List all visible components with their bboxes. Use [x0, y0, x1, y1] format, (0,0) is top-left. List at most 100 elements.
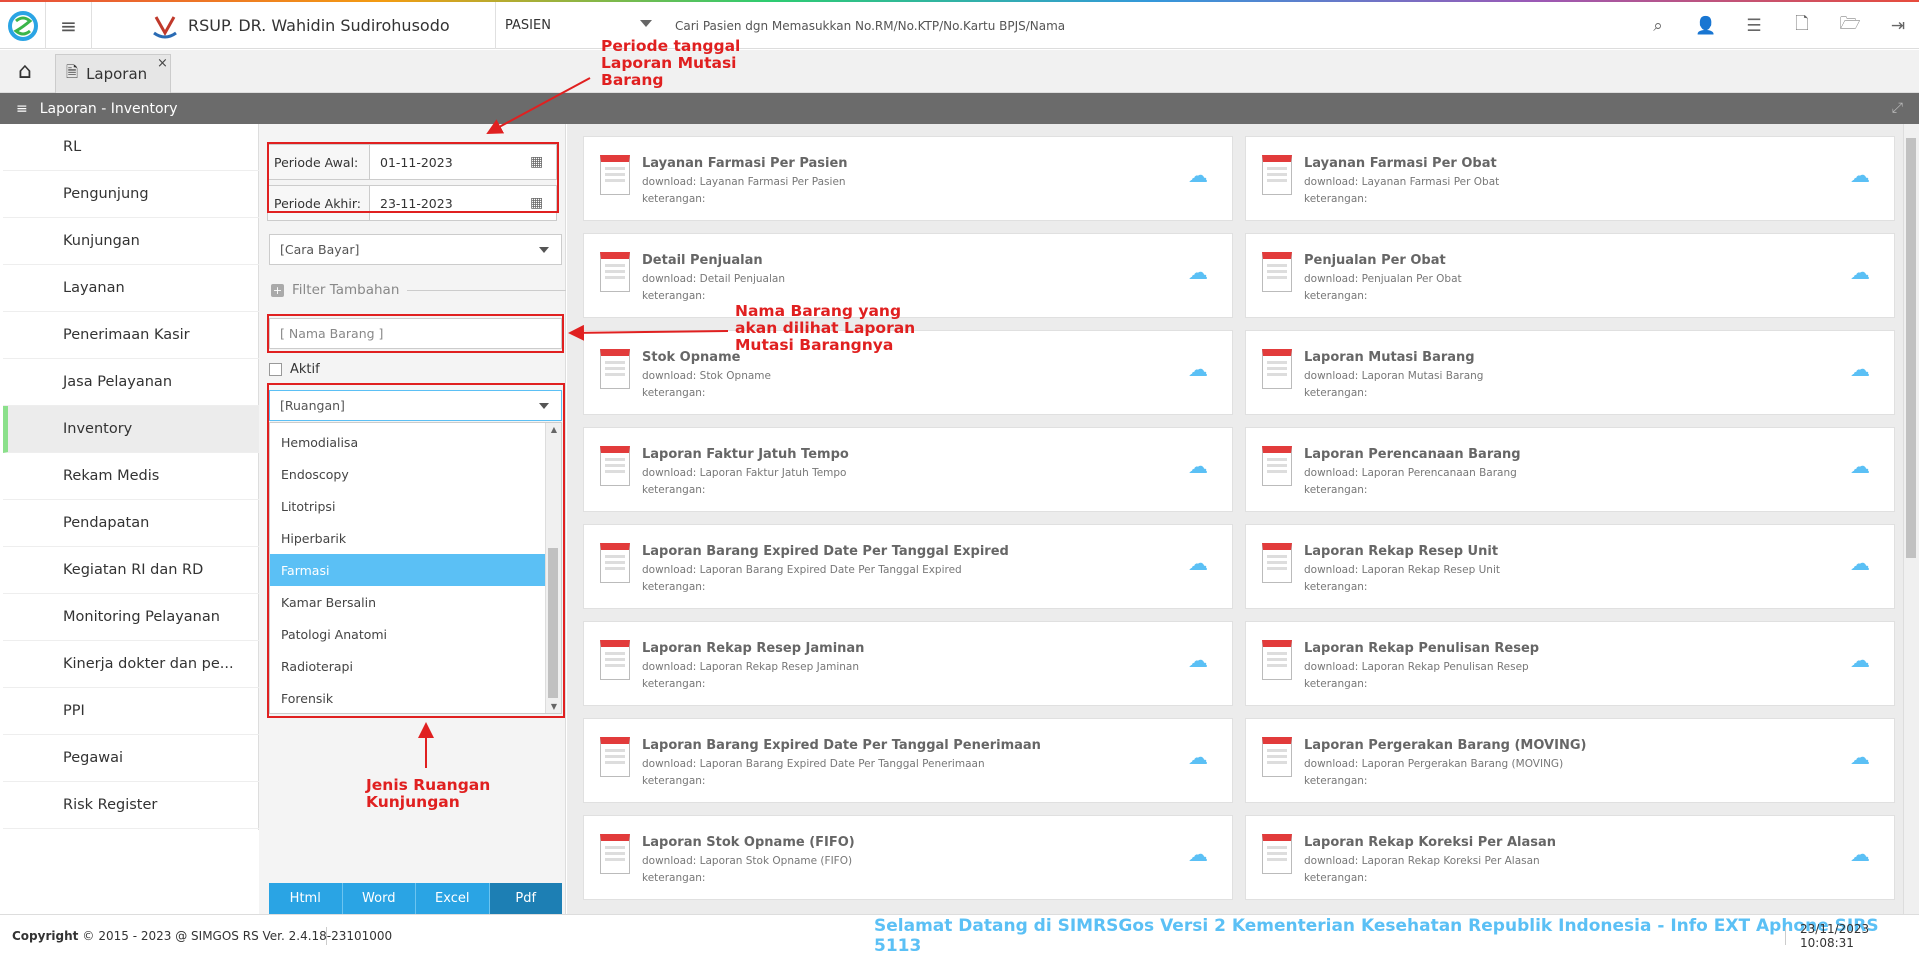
- report-keterangan: keterangan:: [1304, 193, 1368, 205]
- report-title: Laporan Mutasi Barang: [1304, 350, 1475, 365]
- sidebar-item-penerimaan-kasir[interactable]: Penerimaan Kasir: [3, 312, 259, 359]
- report-card[interactable]: Laporan Pergerakan Barang (MOVING) downlo…: [1245, 718, 1895, 803]
- pdf-report-icon: [600, 446, 630, 486]
- aktif-checkbox[interactable]: [269, 363, 282, 376]
- tab-laporan[interactable]: 🗎 Laporan: [55, 54, 171, 93]
- app-logo[interactable]: [0, 2, 46, 49]
- cloud-download-icon[interactable]: ☁: [1188, 357, 1208, 381]
- report-card[interactable]: Laporan Rekap Resep Unit download: Lapora…: [1245, 524, 1895, 609]
- sidebar-item-layanan[interactable]: Layanan: [3, 265, 259, 312]
- report-download-text: download: Laporan Mutasi Barang: [1304, 370, 1484, 382]
- divider: [407, 289, 566, 291]
- close-tab-icon[interactable]: ×: [157, 56, 168, 71]
- add-user-icon[interactable]: 👤: [1695, 16, 1717, 36]
- pdf-button[interactable]: Pdf: [489, 883, 562, 914]
- pdf-file-icon[interactable]: 🗋: [1791, 11, 1813, 40]
- cloud-download-icon[interactable]: ☁: [1188, 260, 1208, 284]
- aktif-checkbox-row[interactable]: Aktif: [269, 362, 320, 377]
- cara-bayar-select[interactable]: [Cara Bayar]: [269, 234, 562, 265]
- cloud-download-icon[interactable]: ☁: [1188, 745, 1208, 769]
- pdf-report-icon: [1262, 543, 1292, 583]
- cloud-download-icon[interactable]: ☁: [1850, 357, 1870, 381]
- sidebar-item-pegawai[interactable]: Pegawai: [3, 735, 259, 782]
- report-card[interactable]: Laporan Mutasi Barang download: Laporan M…: [1245, 330, 1895, 415]
- sidebar-item-pendapatan[interactable]: Pendapatan: [3, 500, 259, 547]
- expand-icon[interactable]: ⤢: [1892, 100, 1903, 116]
- sidebar-item-kunjungan[interactable]: Kunjungan: [3, 218, 259, 265]
- report-title: Laporan Faktur Jatuh Tempo: [642, 447, 849, 462]
- cloud-download-icon[interactable]: ☁: [1850, 260, 1870, 284]
- annotation-box-ruangan: [267, 383, 565, 718]
- sidebar-item-monitoring-pelayanan[interactable]: Monitoring Pelayanan: [3, 594, 259, 641]
- folder-open-icon[interactable]: 🗁: [1839, 11, 1861, 40]
- cloud-download-icon[interactable]: ☁: [1850, 551, 1870, 575]
- cloud-download-icon[interactable]: ☁: [1850, 745, 1870, 769]
- report-keterangan: keterangan:: [642, 290, 706, 302]
- cloud-download-icon[interactable]: ☁: [1850, 163, 1870, 187]
- cloud-download-icon[interactable]: ☁: [1188, 551, 1208, 575]
- report-card[interactable]: Laporan Stok Opname (FIFO) download: Lapo…: [583, 815, 1233, 900]
- report-card[interactable]: Laporan Faktur Jatuh Tempo download: Lapo…: [583, 427, 1233, 512]
- annotation-nama-barang: Nama Barang yang akan dilihat Laporan Mu…: [735, 302, 916, 354]
- export-button-group: Html Word Excel Pdf: [269, 883, 562, 914]
- sidebar-item-ppi[interactable]: PPI: [3, 688, 259, 735]
- filter-tambahan-toggle[interactable]: + Filter Tambahan: [271, 282, 566, 298]
- document-icon: 🗎: [66, 62, 79, 81]
- footer-divider: [1785, 927, 1786, 945]
- content-scroll-thumb[interactable]: [1906, 138, 1916, 558]
- hospital-logo-icon: [153, 15, 177, 38]
- pdf-report-icon: [600, 543, 630, 583]
- section-menu-icon[interactable]: ≡: [16, 101, 28, 117]
- sidebar-item-kinerja-dokter-dan-pe[interactable]: Kinerja dokter dan pe...: [3, 641, 259, 688]
- welcome-marquee: Selamat Datang di SIMRSGos Versi 2 Kemen…: [874, 916, 1879, 956]
- sidebar-item-kegiatan-ri-dan-rd[interactable]: Kegiatan RI dan RD: [3, 547, 259, 594]
- sidebar-item-rl[interactable]: RL: [3, 124, 259, 171]
- report-keterangan: keterangan:: [642, 872, 706, 884]
- sign-out-icon[interactable]: ⇥: [1887, 16, 1909, 36]
- home-icon[interactable]: ⌂: [18, 59, 32, 84]
- chevron-down-icon[interactable]: [640, 20, 652, 27]
- cloud-download-icon[interactable]: ☁: [1188, 163, 1208, 187]
- pdf-report-icon: [1262, 446, 1292, 486]
- report-download-text: download: Penjualan Per Obat: [1304, 273, 1462, 285]
- pdf-report-icon: [1262, 834, 1292, 874]
- cloud-download-icon[interactable]: ☁: [1188, 842, 1208, 866]
- search-placeholder: Cari Pasien dgn Memasukkan No.RM/No.KTP/…: [675, 18, 1066, 33]
- report-card[interactable]: Laporan Barang Expired Date Per Tanggal …: [583, 524, 1233, 609]
- cloud-download-icon[interactable]: ☁: [1850, 842, 1870, 866]
- html-button[interactable]: Html: [269, 883, 343, 914]
- report-card[interactable]: Laporan Rekap Penulisan Resep download: L…: [1245, 621, 1895, 706]
- report-keterangan: keterangan:: [1304, 484, 1368, 496]
- sidebar-item-pengunjung[interactable]: Pengunjung: [3, 171, 259, 218]
- sidebar-item-inventory[interactable]: Inventory: [3, 406, 259, 453]
- excel-button[interactable]: Excel: [416, 883, 490, 914]
- pdf-report-icon: [600, 349, 630, 389]
- list-icon[interactable]: ☰: [1743, 16, 1765, 36]
- report-download-text: download: Detail Penjualan: [642, 273, 786, 285]
- sidebar-item-risk-register[interactable]: Risk Register: [3, 782, 259, 829]
- report-card[interactable]: Laporan Rekap Koreksi Per Alasan download…: [1245, 815, 1895, 900]
- simgos-logo-icon: [7, 10, 38, 41]
- sidebar-item-jasa-pelayanan[interactable]: Jasa Pelayanan: [3, 359, 259, 406]
- report-title: Layanan Farmasi Per Pasien: [642, 156, 848, 171]
- report-card[interactable]: Laporan Rekap Resep Jaminan download: Lap…: [583, 621, 1233, 706]
- report-download-text: download: Laporan Rekap Penulisan Resep: [1304, 661, 1529, 673]
- header-divider: [495, 2, 496, 49]
- cloud-download-icon[interactable]: ☁: [1850, 648, 1870, 672]
- report-card[interactable]: Laporan Perencanaan Barang download: Lapo…: [1245, 427, 1895, 512]
- report-card[interactable]: Laporan Barang Expired Date Per Tanggal …: [583, 718, 1233, 803]
- report-card[interactable]: Penjualan Per Obat download: Penjualan Pe…: [1245, 233, 1895, 318]
- report-card[interactable]: Layanan Farmasi Per Pasien download: Laya…: [583, 136, 1233, 221]
- cloud-download-icon[interactable]: ☁: [1188, 454, 1208, 478]
- word-button[interactable]: Word: [342, 883, 416, 914]
- search-icon[interactable]: ⌕: [1647, 16, 1669, 36]
- cloud-download-icon[interactable]: ☁: [1188, 648, 1208, 672]
- report-card[interactable]: Layanan Farmasi Per Obat download: Layana…: [1245, 136, 1895, 221]
- hamburger-icon: ≡: [60, 13, 77, 38]
- cloud-download-icon[interactable]: ☁: [1850, 454, 1870, 478]
- report-keterangan: keterangan:: [642, 193, 706, 205]
- sidebar-item-rekam-medis[interactable]: Rekam Medis: [3, 453, 259, 500]
- copyright-text: 2015 - 2023 @ SIMGOS RS Ver. 2.4.18-2310…: [98, 929, 393, 943]
- report-title: Laporan Pergerakan Barang (MOVING): [1304, 738, 1587, 753]
- menu-toggle-button[interactable]: ≡: [46, 2, 92, 49]
